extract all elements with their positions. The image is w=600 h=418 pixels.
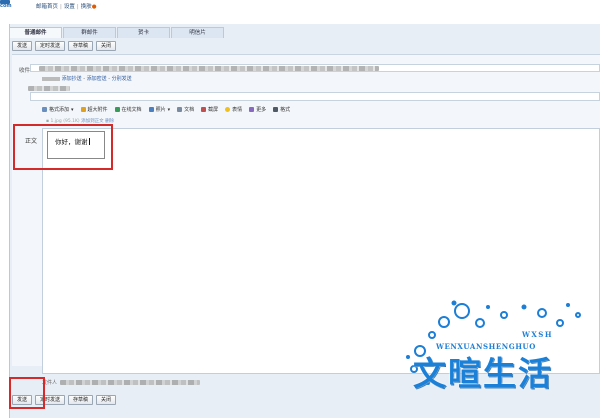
photo-icon xyxy=(148,107,154,112)
save-draft-button[interactable]: 存草稿 xyxy=(68,41,94,51)
tool-label: 表情 xyxy=(232,107,243,113)
more-tool[interactable]: 更多 xyxy=(249,106,266,113)
editor-toolbar: 格式添加 ▾ 超大附件 在线文档 照片 ▾ 文档 截屏 表情 更多 格式 xyxy=(42,105,290,114)
online-doc-icon xyxy=(114,107,120,112)
logo-text: com xyxy=(0,3,12,9)
screenshot-icon xyxy=(201,107,207,112)
tool-label: 在线文档 xyxy=(121,107,142,113)
mail-logo: com xyxy=(0,0,16,10)
scheduled-send-button[interactable]: 定时发送 xyxy=(35,41,66,51)
save-draft-button-bottom[interactable]: 存草稿 xyxy=(68,395,94,405)
body-highlight-box xyxy=(13,124,113,170)
watermark-badge: WXSH xyxy=(522,330,553,339)
format-icon xyxy=(273,107,279,112)
recipient-redacted xyxy=(39,66,379,71)
watermark-chinese: 文暄生活 xyxy=(413,354,553,393)
photo-tool[interactable]: 照片 ▾ xyxy=(148,106,171,113)
chevron-down-icon[interactable]: ▾ xyxy=(168,107,171,113)
tool-label: 格式 xyxy=(280,107,291,113)
send-button[interactable]: 发送 xyxy=(12,41,33,51)
large-attachment-icon xyxy=(80,107,86,112)
tool-label: 截屏 xyxy=(208,107,219,113)
watermark-english: WENXUANSHENGHUO xyxy=(436,342,536,351)
link-separator: | xyxy=(76,4,79,10)
close-button-bottom[interactable]: 关闭 xyxy=(96,395,117,405)
recipient-input[interactable] xyxy=(30,64,600,72)
link-separator: - xyxy=(108,76,111,82)
format-tool[interactable]: 格式 xyxy=(273,106,290,113)
attachment-icon xyxy=(42,107,47,112)
add-bcc-link[interactable]: 添加密送 xyxy=(87,76,107,82)
header-links: 邮箱首页 | 设置 | 换肤● xyxy=(36,2,97,10)
compose-tabs: 普通邮件 群邮件 贺卡 明信片 xyxy=(9,27,225,38)
more-icon xyxy=(249,107,255,112)
add-cc-link[interactable]: 添加抄送 xyxy=(62,76,82,82)
tool-label: 更多 xyxy=(256,107,267,113)
recipient-redacted-prefix xyxy=(42,76,60,81)
tool-label: 超大附件 xyxy=(87,107,108,113)
large-attachment-tool[interactable]: 超大附件 xyxy=(80,106,108,113)
recipient-options: 添加抄送 - 添加密送 - 分别发送 xyxy=(42,75,132,82)
tab-greeting-card[interactable]: 贺卡 xyxy=(117,27,170,38)
add-attachment-tool[interactable]: 格式添加 ▾ xyxy=(42,106,74,113)
settings-link[interactable]: 设置 xyxy=(64,4,75,10)
subject-label-redacted xyxy=(28,86,70,91)
change-skin-link[interactable]: 换肤 xyxy=(81,4,92,10)
screenshot-tool[interactable]: 截屏 xyxy=(201,106,218,113)
top-header: com 邮箱首页 | 设置 | 换肤● xyxy=(0,0,600,12)
send-highlight-box xyxy=(9,377,45,409)
close-button[interactable]: 关闭 xyxy=(96,41,117,51)
tab-postcard[interactable]: 明信片 xyxy=(171,27,224,38)
tool-label: 格式添加 xyxy=(49,107,70,113)
skin-star-icon: ● xyxy=(91,4,97,10)
document-tool[interactable]: 文档 xyxy=(177,106,194,113)
tool-label: 照片 xyxy=(155,107,166,113)
tab-normal-mail[interactable]: 普通邮件 xyxy=(9,27,62,38)
subject-input[interactable] xyxy=(30,92,600,101)
mailbox-home-link[interactable]: 邮箱首页 xyxy=(36,4,58,10)
emoji-tool[interactable]: 表情 xyxy=(225,106,242,113)
link-separator: | xyxy=(60,4,62,10)
online-doc-tool[interactable]: 在线文档 xyxy=(114,106,142,113)
watermark-logo: WXSH WENXUANSHENGHUO 文暄生活 xyxy=(392,295,600,413)
chevron-down-icon[interactable]: ▾ xyxy=(71,107,74,113)
tool-label: 文档 xyxy=(184,107,195,113)
top-toolbar: 发送 定时发送 存草稿 关闭 xyxy=(12,41,117,51)
document-icon xyxy=(177,107,183,112)
sender-redacted xyxy=(60,380,200,385)
separate-send-link[interactable]: 分别发送 xyxy=(112,76,132,82)
tab-group-mail[interactable]: 群邮件 xyxy=(63,27,116,38)
link-separator: - xyxy=(83,76,86,82)
emoji-icon xyxy=(225,107,231,112)
